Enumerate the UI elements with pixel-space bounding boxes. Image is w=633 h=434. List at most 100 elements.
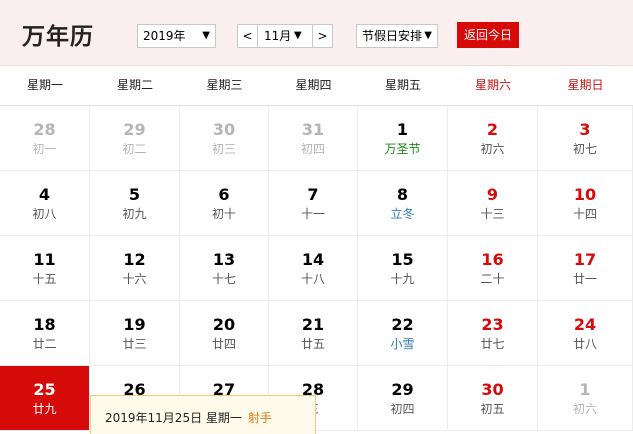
weekday-header: 星期三: [206, 78, 243, 92]
day-number: 23: [481, 315, 504, 334]
tooltip-astro-sign: 射手: [247, 411, 272, 425]
day-cell[interactable]: 2 初六: [448, 106, 538, 171]
day-cell[interactable]: 21 廿五: [269, 301, 358, 366]
date-tooltip: 2019年11月25日 星期一 射手: [90, 395, 316, 434]
weekday-header: 星期五: [384, 78, 421, 92]
next-month-button[interactable]: >: [312, 25, 332, 47]
day-cell[interactable]: 19 廿三: [90, 301, 180, 366]
day-cell[interactable]: 22 小雪: [358, 301, 448, 366]
lunar-date: 二十: [480, 272, 505, 286]
day-number: 4: [38, 185, 51, 204]
prev-month-button[interactable]: <: [238, 25, 258, 47]
lunar-date: 初一: [32, 142, 57, 156]
day-cell[interactable]: 12 十六: [90, 236, 180, 301]
day-number: 22: [391, 315, 414, 334]
lunar-date: 廿七: [480, 337, 505, 351]
day-number: 16: [481, 250, 504, 269]
day-cell[interactable]: 31 初四: [269, 106, 358, 171]
lunar-date: 十五: [32, 272, 57, 286]
lunar-date: 初四: [300, 142, 325, 156]
lunar-date: 万圣节: [384, 142, 421, 156]
day-number: 17: [573, 250, 597, 269]
lunar-date: 初七: [572, 142, 597, 156]
day-cell[interactable]: 29 初四: [358, 366, 448, 431]
holiday-select[interactable]: 节假日安排 ▼: [356, 24, 438, 48]
day-cell[interactable]: 5 初九: [90, 171, 180, 236]
day-cell[interactable]: 25 廿九: [0, 366, 90, 431]
day-cell[interactable]: 30 初三: [180, 106, 269, 171]
chevron-down-icon[interactable]: ▼: [294, 25, 302, 47]
holiday-select-value: 节假日安排: [362, 29, 423, 43]
day-number: 7: [307, 185, 319, 204]
lunar-date: 廿五: [300, 337, 325, 351]
day-cell[interactable]: 3 初七: [538, 106, 633, 171]
chevron-down-icon: ▼: [424, 30, 432, 41]
lunar-date: 十七: [211, 272, 236, 286]
lunar-date: 初十: [211, 207, 236, 221]
day-number: 5: [128, 185, 141, 204]
day-number: 29: [123, 120, 146, 139]
day-cell[interactable]: 23 廿七: [448, 301, 538, 366]
day-cell[interactable]: 1 万圣节: [358, 106, 448, 171]
month-select-value[interactable]: 11月: [264, 25, 291, 47]
lunar-date: 初九: [122, 207, 147, 221]
calendar-header: 万年历 2019年 ▼ < 11月 ▼ > 节假日安排 ▼ 返回今日: [0, 0, 633, 66]
day-cell[interactable]: 30 初五: [448, 366, 538, 431]
day-number: 9: [486, 185, 499, 204]
lunar-date: 十三: [480, 207, 505, 221]
day-number: 15: [391, 250, 414, 269]
lunar-date: 初六: [480, 142, 505, 156]
day-number: 1: [396, 120, 409, 139]
day-number: 21: [301, 315, 325, 334]
day-cell[interactable]: 10 十四: [538, 171, 633, 236]
day-cell[interactable]: 14 十八: [269, 236, 358, 301]
day-cell[interactable]: 13 十七: [180, 236, 269, 301]
lunar-date: 十六: [122, 272, 147, 286]
day-number: 14: [301, 250, 325, 269]
day-cell[interactable]: 7 十一: [269, 171, 358, 236]
month-picker: < 11月 ▼ >: [237, 24, 333, 48]
lunar-date: 廿三: [122, 337, 147, 351]
day-cell[interactable]: 6 初十: [180, 171, 269, 236]
lunar-date: 廿一: [572, 272, 597, 286]
day-number: 19: [123, 315, 146, 334]
day-cell[interactable]: 17 廿一: [538, 236, 633, 301]
day-cell[interactable]: 15 十九: [358, 236, 448, 301]
day-cell[interactable]: 1 初六: [538, 366, 633, 431]
lunar-date: 廿九: [32, 402, 57, 416]
day-number: 31: [301, 120, 325, 139]
day-number: 20: [212, 315, 236, 334]
lunar-date: 十八: [300, 272, 325, 286]
day-number: 18: [33, 315, 56, 334]
chevron-down-icon: ▼: [202, 30, 210, 41]
day-number: 10: [573, 185, 597, 204]
lunar-date: 十四: [572, 207, 597, 221]
day-number: 30: [481, 380, 504, 399]
day-cell[interactable]: 9 十三: [448, 171, 538, 236]
weekday-header: 星期二: [116, 78, 153, 92]
day-cell[interactable]: 20 廿四: [180, 301, 269, 366]
year-select[interactable]: 2019年 ▼: [137, 24, 216, 48]
day-number: 28: [33, 120, 56, 139]
lunar-date: 初二: [122, 142, 147, 156]
day-cell[interactable]: 16 二十: [448, 236, 538, 301]
day-cell[interactable]: 29 初二: [90, 106, 180, 171]
lunar-date: 十九: [390, 272, 415, 286]
day-number: 30: [212, 120, 236, 139]
lunar-date: 立冬: [390, 207, 415, 221]
calendar-grid: 28 初一 29 初二 30 初三 31 初四 1 万圣节 2 初六 3 初七 4 初八 5 初九 6 初十 7 十一 8 立…: [0, 106, 633, 434]
day-cell[interactable]: 8 立冬: [358, 171, 448, 236]
day-cell[interactable]: 11 十五: [0, 236, 90, 301]
day-cell[interactable]: 24 廿八: [538, 301, 633, 366]
day-cell[interactable]: 28 初一: [0, 106, 90, 171]
lunar-date: 初三: [211, 142, 236, 156]
lunar-date: 初八: [32, 207, 57, 221]
day-cell[interactable]: 18 廿二: [0, 301, 90, 366]
day-number: 12: [123, 250, 146, 269]
day-number: 11: [33, 250, 56, 269]
back-to-today-button[interactable]: 返回今日: [457, 22, 519, 48]
day-number: 25: [33, 380, 56, 399]
day-number: 24: [573, 315, 597, 334]
day-number: 1: [579, 380, 591, 399]
day-cell[interactable]: 4 初八: [0, 171, 90, 236]
